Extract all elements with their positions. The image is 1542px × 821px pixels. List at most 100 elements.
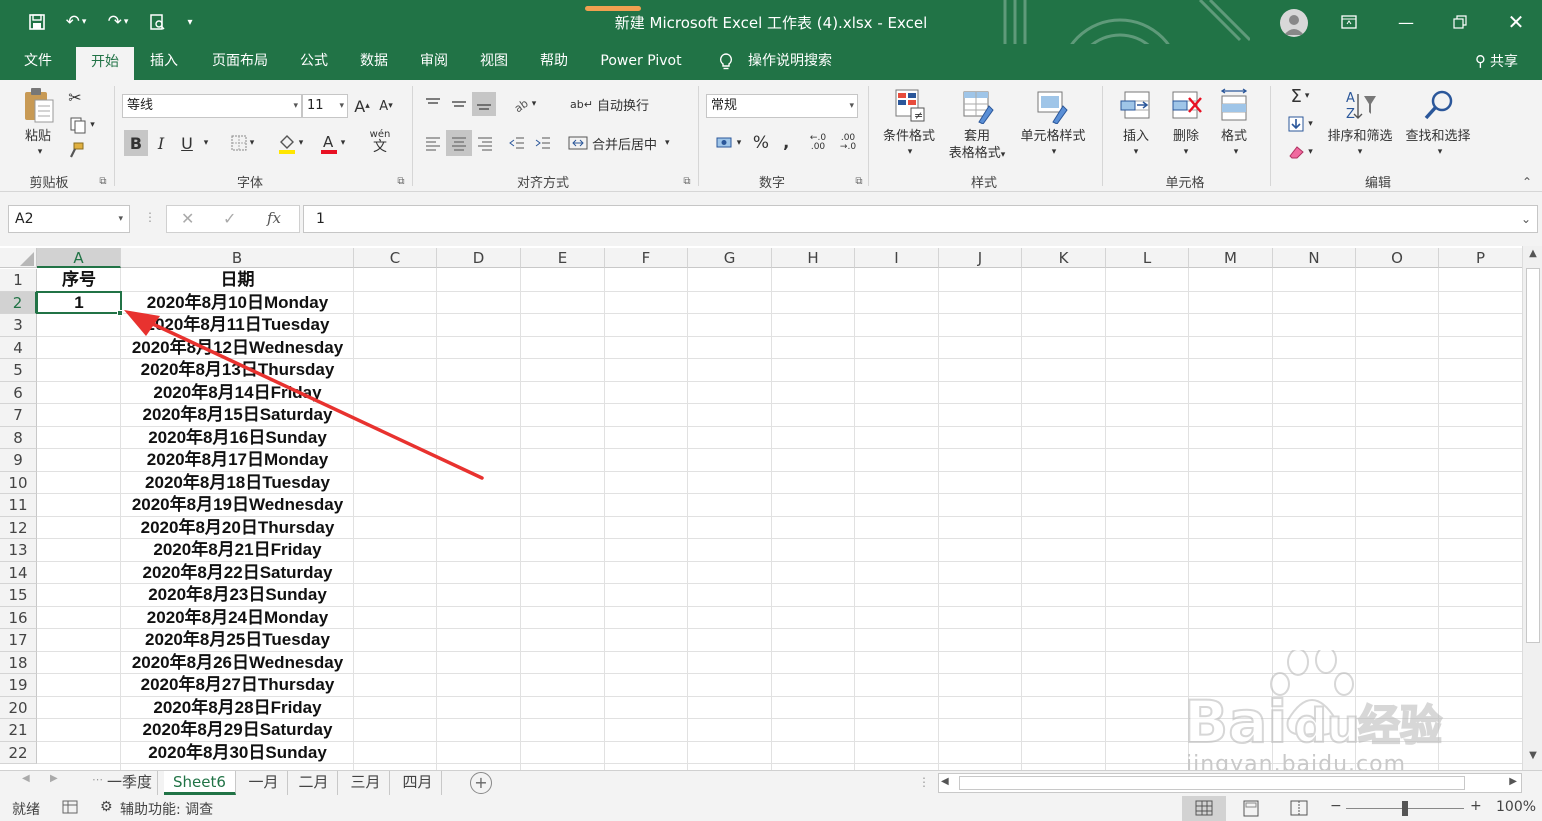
phonetic-guide-button[interactable]: wén 文 xyxy=(360,128,400,156)
row-header-21[interactable]: 21 xyxy=(0,719,37,742)
restore-icon[interactable] xyxy=(1437,0,1483,44)
cell-b20[interactable]: 2020年8月28日Friday xyxy=(121,697,354,720)
tab-page-layout[interactable]: 页面布局 xyxy=(202,44,278,80)
scroll-left-icon[interactable]: ◀ xyxy=(941,776,949,787)
cell-b2[interactable]: 2020年8月10日Monday xyxy=(121,292,354,315)
cell-b1[interactable]: 日期 xyxy=(121,269,354,292)
column-header-k[interactable]: K xyxy=(1022,248,1106,268)
format-cells-button[interactable]: 格式 xyxy=(1210,128,1258,145)
grow-font-button[interactable]: A ▴ xyxy=(352,94,372,118)
cell-styles-button[interactable]: 单元格样式 xyxy=(1014,128,1092,145)
column-header-n[interactable]: N xyxy=(1273,248,1356,268)
row-header-14[interactable]: 14 xyxy=(0,561,37,584)
row-header-10[interactable]: 10 xyxy=(0,471,37,494)
scroll-down-icon[interactable]: ▼ xyxy=(1523,750,1542,766)
row-header-20[interactable]: 20 xyxy=(0,696,37,719)
alignment-launcher-icon[interactable]: ⧉ xyxy=(680,174,694,188)
tab-home[interactable]: 开始 xyxy=(76,47,134,80)
cell-styles-dropdown-icon[interactable]: ▾ xyxy=(1044,146,1064,158)
tab-file[interactable]: 文件 xyxy=(14,44,62,80)
align-right-icon[interactable] xyxy=(474,130,496,156)
horizontal-scroll-thumb[interactable] xyxy=(959,776,1465,790)
conditional-formatting-icon[interactable]: ≠ xyxy=(890,86,930,126)
format-painter-icon[interactable] xyxy=(64,140,86,162)
row-header-13[interactable]: 13 xyxy=(0,539,37,562)
sort-filter-icon[interactable]: AZ xyxy=(1338,86,1382,126)
scroll-up-icon[interactable]: ▲ xyxy=(1523,248,1542,264)
column-header-m[interactable]: M xyxy=(1189,248,1273,268)
sheet-tab-apr[interactable]: 四月 xyxy=(394,771,442,795)
close-icon[interactable]: ✕ xyxy=(1493,0,1539,44)
borders-icon[interactable]: ▾ xyxy=(222,130,262,156)
name-box[interactable]: A2 ▾ xyxy=(8,205,130,233)
cell-b7[interactable]: 2020年8月15日Saturday xyxy=(121,404,354,427)
format-dropdown-icon[interactable]: ▾ xyxy=(1226,146,1246,158)
format-as-table-button[interactable]: 套用 表格格式▾ xyxy=(942,128,1012,164)
tab-help[interactable]: 帮助 xyxy=(530,44,578,80)
fill-icon[interactable]: ▾ xyxy=(1282,112,1318,136)
cell-styles-icon[interactable] xyxy=(1032,86,1072,126)
insert-function-icon[interactable]: fx xyxy=(267,209,281,227)
minimize-icon[interactable]: — xyxy=(1383,0,1429,44)
find-select-button[interactable]: 查找和选择 xyxy=(1400,128,1476,145)
normal-view-button[interactable] xyxy=(1182,796,1226,821)
underline-button[interactable]: U xyxy=(176,130,198,156)
sheet-tab-q1[interactable]: 一季度 xyxy=(102,771,158,795)
cell-b13[interactable]: 2020年8月21日Friday xyxy=(121,539,354,562)
fill-color-icon[interactable]: ▾ xyxy=(270,130,310,156)
delete-dropdown-icon[interactable]: ▾ xyxy=(1176,146,1196,158)
column-header-e[interactable]: E xyxy=(521,248,605,268)
account-avatar[interactable] xyxy=(1280,9,1308,37)
cell-b6[interactable]: 2020年8月14日Friday xyxy=(121,382,354,405)
column-header-b[interactable]: B xyxy=(121,248,354,268)
row-header-15[interactable]: 15 xyxy=(0,584,37,607)
tab-power-pivot[interactable]: Power Pivot xyxy=(592,44,690,80)
delete-cells-button[interactable]: 删除 xyxy=(1162,128,1210,145)
column-header-l[interactable]: L xyxy=(1106,248,1189,268)
cell-b16[interactable]: 2020年8月24日Monday xyxy=(121,607,354,630)
row-header-18[interactable]: 18 xyxy=(0,651,37,674)
cancel-icon[interactable]: ✕ xyxy=(181,209,194,228)
expand-formula-bar-icon[interactable]: ⌄ xyxy=(1521,206,1531,232)
align-middle-icon[interactable] xyxy=(448,92,470,116)
clear-icon[interactable]: ▾ xyxy=(1282,140,1318,164)
row-header-16[interactable]: 16 xyxy=(0,606,37,629)
enter-icon[interactable]: ✓ xyxy=(223,209,236,228)
column-header-f[interactable]: F xyxy=(605,248,688,268)
cell-b18[interactable]: 2020年8月26日Wednesday xyxy=(121,652,354,675)
paste-icon[interactable] xyxy=(18,86,60,126)
bold-button[interactable]: B xyxy=(124,130,148,156)
increase-indent-icon[interactable] xyxy=(532,130,554,156)
column-header-i[interactable]: I xyxy=(855,248,939,268)
align-top-icon[interactable] xyxy=(422,92,444,116)
align-left-icon[interactable] xyxy=(422,130,444,156)
new-sheet-button[interactable]: + xyxy=(470,772,492,794)
column-header-g[interactable]: G xyxy=(688,248,772,268)
percent-style-button[interactable]: % xyxy=(750,130,772,156)
cell-a1[interactable]: 序号 xyxy=(37,269,121,292)
accessibility-status[interactable]: 辅助功能: 调查 xyxy=(120,799,213,819)
cell-b15[interactable]: 2020年8月23日Sunday xyxy=(121,584,354,607)
cell-b12[interactable]: 2020年8月20日Thursday xyxy=(121,517,354,540)
cell-b11[interactable]: 2020年8月19日Wednesday xyxy=(121,494,354,517)
conditional-formatting-button[interactable]: 条件格式 xyxy=(876,128,942,145)
tab-view[interactable]: 视图 xyxy=(470,44,518,80)
sort-filter-button[interactable]: 排序和筛选 xyxy=(1322,128,1398,145)
formula-input[interactable]: 1 ⌄ xyxy=(303,205,1538,233)
comma-style-button[interactable]: ‚ xyxy=(776,130,796,156)
column-header-c[interactable]: C xyxy=(354,248,437,268)
cell-b19[interactable]: 2020年8月27日Thursday xyxy=(121,674,354,697)
row-header-4[interactable]: 4 xyxy=(0,336,37,359)
select-all-corner[interactable] xyxy=(0,248,37,268)
scroll-sheets-left-icon[interactable]: ◀ xyxy=(22,773,30,784)
number-format-select[interactable]: 常规 ▾ xyxy=(706,94,858,118)
find-dropdown-icon[interactable]: ▾ xyxy=(1430,146,1450,158)
sheet-tab-mar[interactable]: 三月 xyxy=(342,771,390,795)
fill-handle[interactable] xyxy=(117,310,123,316)
cell-b8[interactable]: 2020年8月16日Sunday xyxy=(121,427,354,450)
row-header-2[interactable]: 2 xyxy=(0,291,37,314)
row-header-3[interactable]: 3 xyxy=(0,314,37,337)
accessibility-icon[interactable]: ⚙ xyxy=(100,799,113,815)
conditional-dropdown-icon[interactable]: ▾ xyxy=(900,146,920,158)
tab-formulas[interactable]: 公式 xyxy=(290,44,338,80)
